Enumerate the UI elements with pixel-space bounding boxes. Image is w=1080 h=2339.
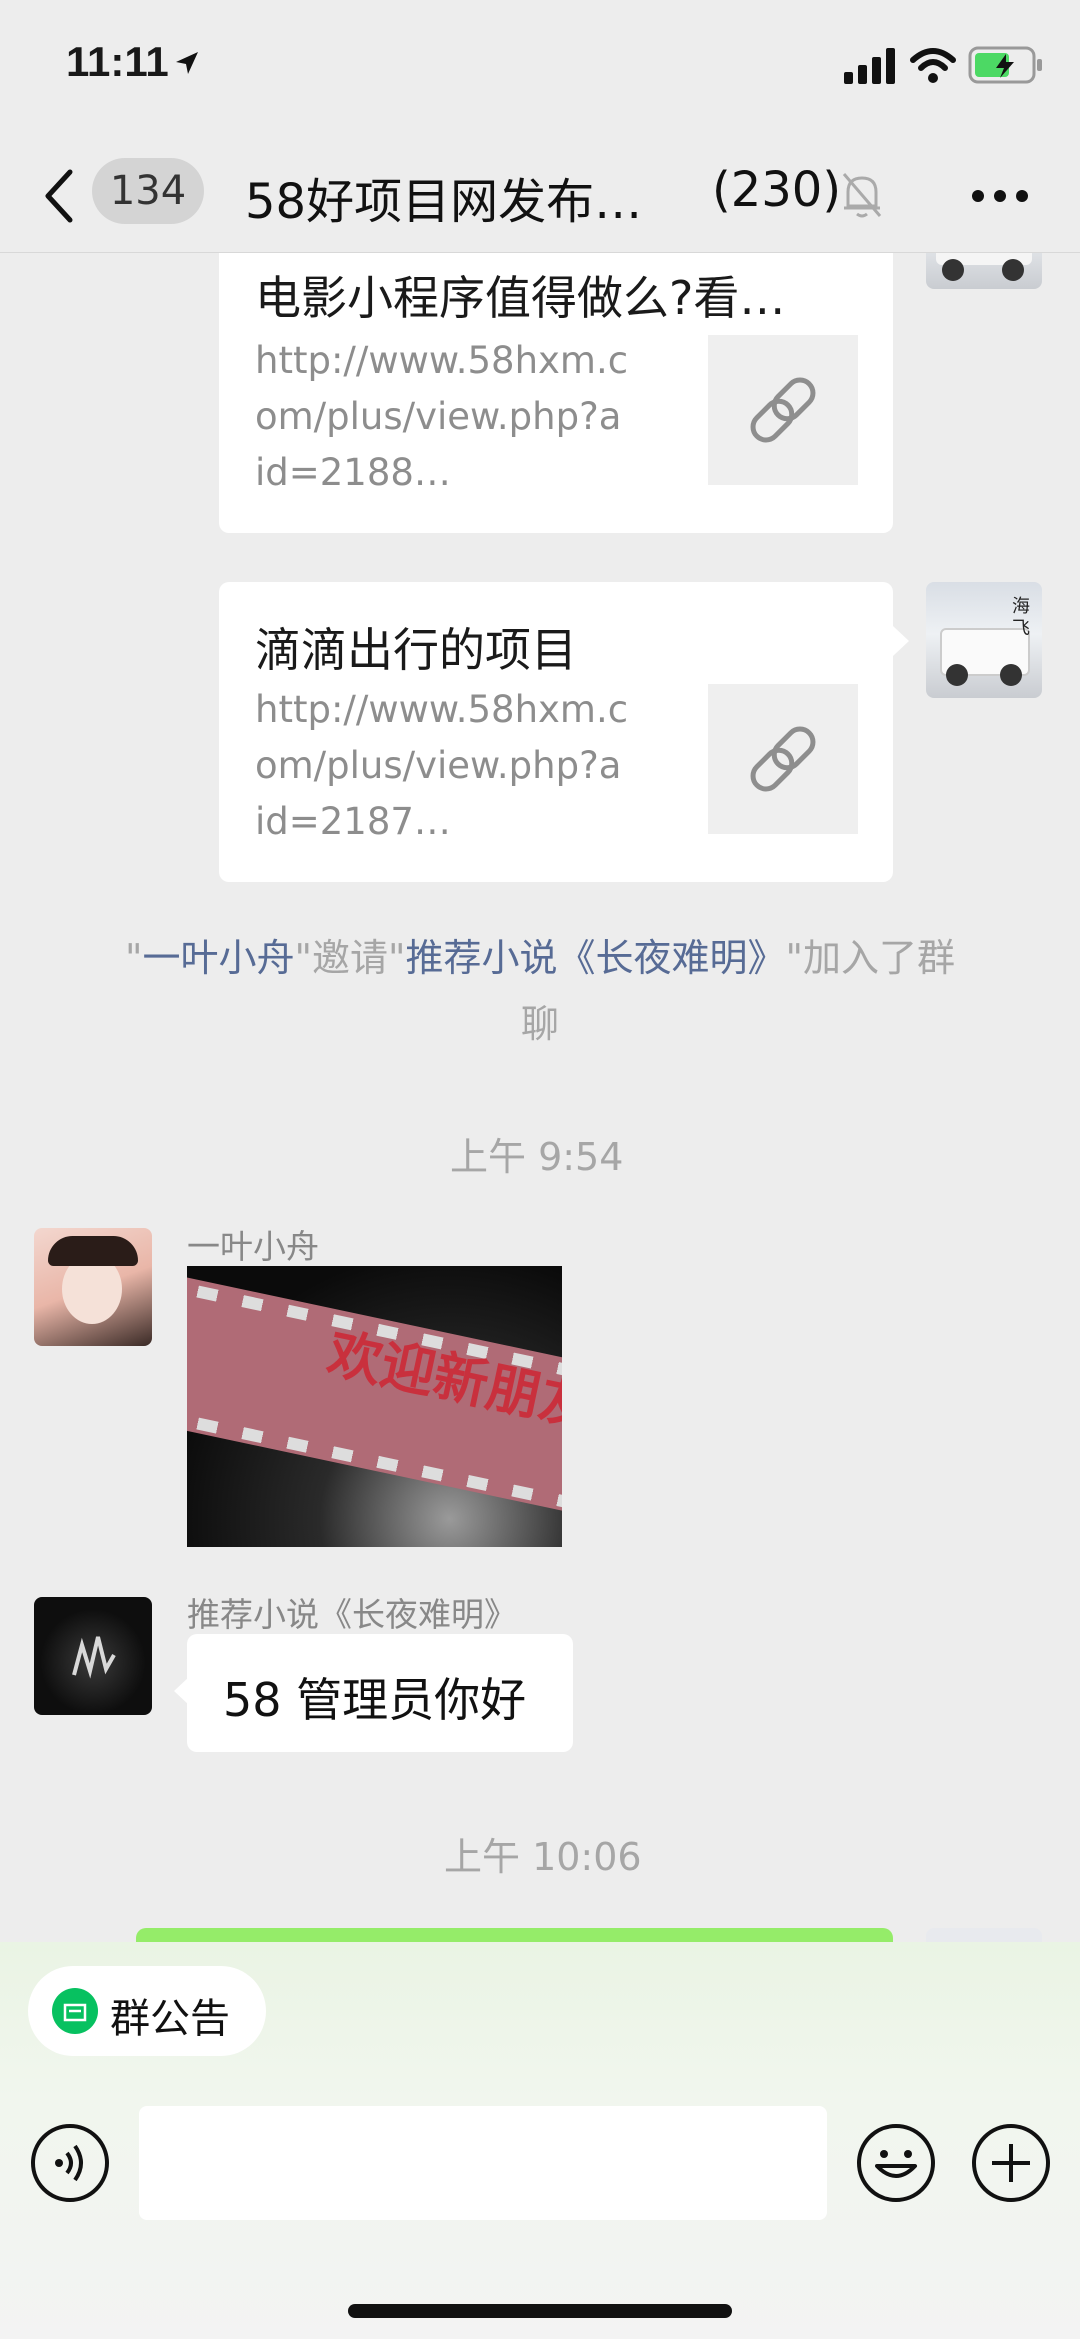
image-message[interactable]: 欢迎新朋友 <box>187 1266 562 1547</box>
sender-name: 一叶小舟 <box>187 1227 319 1266</box>
message-input[interactable] <box>139 2106 827 2220</box>
url-line: om/plus/view.php?a <box>255 744 622 787</box>
quote: " <box>294 936 312 980</box>
home-indicator[interactable] <box>348 2304 732 2318</box>
url-line: http://www.58hxm.c <box>255 688 629 731</box>
signal-icon <box>844 48 895 84</box>
battery-icon <box>968 46 1042 84</box>
message-bubble[interactable]: 58 管理员你好 <box>187 1634 573 1752</box>
link-icon <box>750 377 816 443</box>
link-card-title: 滴滴出行的项目 <box>255 623 577 677</box>
avatar[interactable]: 海飞 <box>926 582 1042 698</box>
avatar[interactable] <box>34 1228 152 1346</box>
link-card-url: http://www.58hxm.c om/plus/view.php?a id… <box>255 333 655 501</box>
system-text: 邀请 <box>311 936 388 980</box>
back-icon[interactable] <box>40 166 80 226</box>
link-card-url: http://www.58hxm.c om/plus/view.php?a id… <box>255 682 655 850</box>
sender-name: 推荐小说《长夜难明》 <box>187 1595 517 1634</box>
system-message: "一叶小舟"邀请"推荐小说《长夜难明》"加入了群 聊 <box>80 925 1000 1057</box>
wifi-icon <box>910 48 956 83</box>
link-thumbnail <box>708 335 858 485</box>
voice-icon[interactable] <box>29 2122 111 2204</box>
link-card[interactable]: 电影小程序值得做么?看… http://www.58hxm.c om/plus/… <box>219 210 893 533</box>
url-line: om/plus/view.php?a <box>255 395 622 438</box>
chat-header: 134 58好项目网发布… (230) <box>0 140 1080 253</box>
chat-title: 58好项目网发布… <box>245 174 643 230</box>
mute-bell-icon <box>842 173 882 218</box>
timestamp: 上午 9:54 <box>450 1135 624 1179</box>
system-user-link[interactable]: 推荐小说《长夜难明》 <box>405 936 785 980</box>
unread-count-badge[interactable]: 134 <box>92 158 204 224</box>
url-line: id=2187… <box>255 800 451 843</box>
system-text: 聊 <box>520 1002 559 1046</box>
avatar[interactable] <box>34 1597 152 1715</box>
location-arrow-icon <box>176 52 198 74</box>
url-line: id=2188… <box>255 451 451 494</box>
group-notice-label: 群公告 <box>110 1996 230 2042</box>
quote: " <box>785 936 803 980</box>
link-card[interactable]: 滴滴出行的项目 http://www.58hxm.c om/plus/view.… <box>219 582 893 882</box>
notice-icon <box>52 1988 98 2034</box>
url-line: http://www.58hxm.c <box>255 339 629 382</box>
link-thumbnail <box>708 684 858 834</box>
status-bar: 11:11 <box>0 0 1080 140</box>
plus-icon[interactable] <box>970 2122 1052 2204</box>
avatar-caption: 海飞 <box>1012 596 1030 639</box>
group-notice-button[interactable]: 群公告 <box>28 1966 266 2056</box>
quote: " <box>388 936 406 980</box>
bubble-tail <box>893 626 909 656</box>
message-text: 58 管理员你好 <box>223 1673 527 1727</box>
system-user-link[interactable]: 一叶小舟 <box>142 936 294 980</box>
link-icon <box>750 726 816 792</box>
timestamp: 上午 10:06 <box>444 1835 642 1879</box>
member-count: (230) <box>712 162 842 218</box>
link-card-title: 电影小程序值得做么?看… <box>255 271 786 325</box>
quote: " <box>125 936 143 980</box>
system-text: 加入了群 <box>802 936 955 980</box>
emoji-icon[interactable] <box>855 2122 937 2204</box>
more-icon[interactable] <box>970 188 1030 204</box>
status-time: 11:11 <box>66 38 169 85</box>
